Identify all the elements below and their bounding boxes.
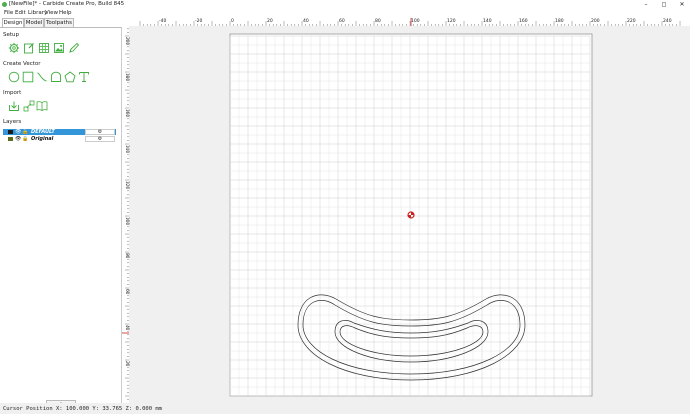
layer-settings-gear-icon[interactable]: ⚙ bbox=[85, 129, 115, 135]
ruler-label: 60 bbox=[125, 289, 130, 295]
ruler-label: 140 bbox=[125, 145, 130, 153]
image-icon[interactable] bbox=[53, 42, 65, 54]
section-layers: Layers bbox=[3, 119, 22, 125]
ruler-label: 240 bbox=[663, 18, 672, 24]
menu-file[interactable]: File bbox=[4, 9, 13, 17]
layer-row-default[interactable]: 👁 🔒 DEFAULT ⚙ bbox=[3, 129, 116, 135]
layer-name: Original bbox=[31, 136, 54, 142]
tab-model[interactable]: Model bbox=[24, 18, 44, 27]
eye-hidden-icon[interactable]: 👁 bbox=[15, 136, 21, 142]
ruler-label: -40 bbox=[159, 18, 166, 24]
edit-page-icon[interactable] bbox=[23, 42, 35, 54]
ruler-label: -20 bbox=[195, 18, 202, 24]
curve-icon[interactable] bbox=[36, 71, 48, 83]
maximize-button[interactable]: ◻ bbox=[658, 0, 670, 9]
layer-settings-gear-icon[interactable]: ⚙ bbox=[85, 136, 115, 142]
book-icon[interactable] bbox=[36, 100, 48, 112]
ruler-label: 100 bbox=[125, 217, 130, 225]
ruler-label: 160 bbox=[125, 109, 130, 117]
menu-view[interactable]: View bbox=[45, 9, 58, 17]
ruler-label: 40 bbox=[303, 18, 309, 24]
text-icon[interactable] bbox=[78, 71, 90, 83]
polygon-icon[interactable] bbox=[50, 71, 62, 83]
ruler-label: 40 bbox=[125, 325, 130, 331]
rectangle-icon[interactable] bbox=[22, 71, 34, 83]
top-ruler bbox=[122, 17, 690, 26]
ruler-label: 200 bbox=[591, 18, 600, 24]
eye-icon[interactable]: 👁 bbox=[15, 129, 21, 135]
ruler-label: 140 bbox=[483, 18, 492, 24]
ruler-label: 80 bbox=[125, 253, 130, 259]
pen-icon[interactable] bbox=[68, 42, 80, 54]
design-canvas[interactable]: -40 -20 0 20 40 60 80 100 120 140 160 180 200 220 240 … bbox=[122, 17, 690, 403]
ruler-label: 60 bbox=[339, 18, 345, 24]
canvas-svg[interactable]: -40 -20 0 20 40 60 80 100 120 140 160 180 200 220 240 … bbox=[122, 17, 690, 403]
ruler-label: 80 bbox=[375, 18, 381, 24]
cursor-position-readout: Cursor Position X: 100.000 Y: 33.765 Z: … bbox=[3, 406, 162, 412]
import-icon[interactable] bbox=[8, 100, 20, 112]
title-bar: [NewFile]* - Carbide Create Pro, Build 8… bbox=[0, 0, 690, 9]
origin-marker-icon bbox=[407, 211, 415, 219]
ruler-label: 100 bbox=[411, 18, 420, 24]
left-ruler bbox=[122, 26, 129, 403]
section-setup: Setup bbox=[3, 32, 20, 38]
ruler-label: 120 bbox=[447, 18, 456, 24]
grid-icon[interactable] bbox=[38, 42, 50, 54]
lock-icon[interactable]: 🔒 bbox=[22, 129, 28, 135]
ruler-label: 200 bbox=[125, 37, 130, 45]
ruler-label: 220 bbox=[627, 18, 636, 24]
vector-import-icon[interactable] bbox=[23, 100, 35, 112]
section-import: Import bbox=[3, 90, 22, 96]
status-bar: Cursor Position X: 100.000 Y: 33.765 Z: … bbox=[0, 403, 690, 414]
pentagon-icon[interactable] bbox=[64, 71, 76, 83]
gear-settings-icon[interactable] bbox=[8, 42, 20, 54]
ruler-label: 20 bbox=[125, 361, 130, 367]
window-title: [NewFile]* - Carbide Create Pro, Build 8… bbox=[9, 1, 125, 7]
circle-icon[interactable] bbox=[8, 71, 20, 83]
section-create-vector: Create Vector bbox=[3, 61, 41, 67]
app-logo-icon bbox=[2, 2, 7, 7]
layer-row-original[interactable]: 👁 🔒 Original ⚙ bbox=[3, 136, 116, 142]
close-button[interactable]: ✕ bbox=[676, 0, 688, 9]
ruler-label: 0 bbox=[231, 18, 234, 24]
design-sidebar: Design Model Toolpaths Setup Create Vect… bbox=[0, 17, 122, 409]
lock-icon[interactable]: 🔒 bbox=[22, 136, 28, 142]
tab-toolpaths[interactable]: Toolpaths bbox=[44, 18, 74, 27]
ruler-label: 160 bbox=[519, 18, 528, 24]
layer-name: DEFAULT bbox=[31, 129, 55, 135]
menu-bar: File Edit Library View Help bbox=[0, 9, 690, 17]
ruler-label: 20 bbox=[267, 18, 273, 24]
layer-color-swatch[interactable] bbox=[8, 137, 13, 141]
ruler-label: 120 bbox=[125, 181, 130, 189]
layer-color-swatch[interactable] bbox=[8, 130, 13, 134]
ruler-label: 180 bbox=[555, 18, 564, 24]
ruler-label: 180 bbox=[125, 73, 130, 81]
minimize-button[interactable]: – bbox=[640, 0, 652, 9]
menu-edit[interactable]: Edit bbox=[15, 9, 26, 17]
menu-help[interactable]: Help bbox=[59, 9, 72, 17]
design-panel: Setup Create Vector Import Layers 👁 🔒 DE… bbox=[0, 27, 122, 409]
